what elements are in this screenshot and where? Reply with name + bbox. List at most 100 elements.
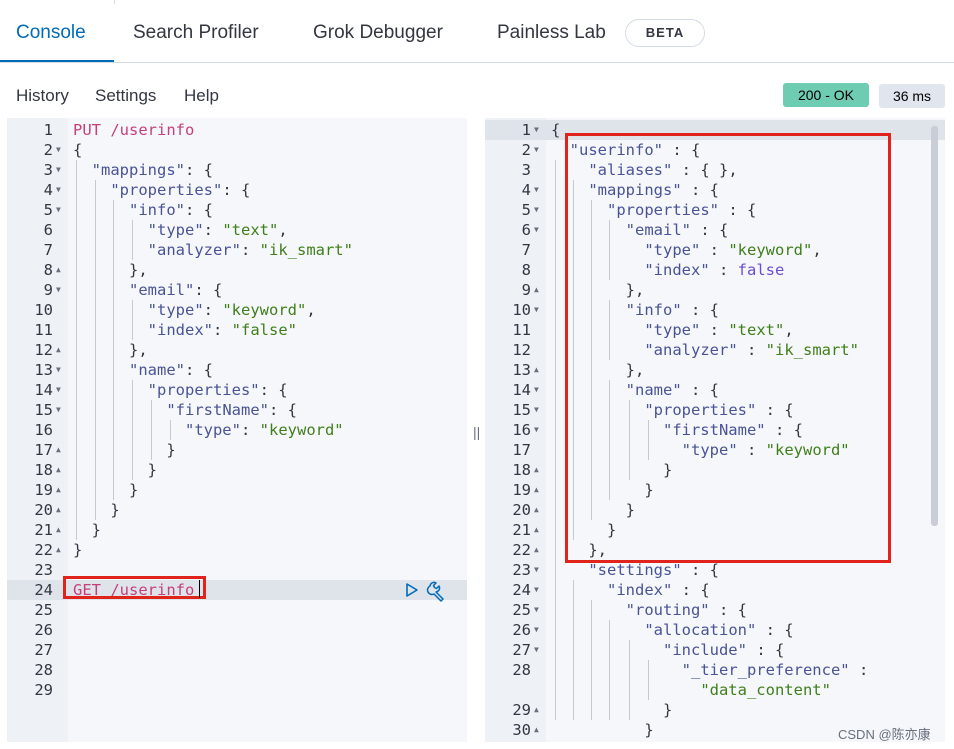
tab-console[interactable]: Console <box>16 22 86 44</box>
fold-open-icon[interactable]: ▼ <box>534 200 539 220</box>
code-text: }, <box>73 340 148 360</box>
line-number: 30 <box>512 721 531 739</box>
code-token: "routing" <box>625 601 710 619</box>
line-number: 12 <box>34 341 53 359</box>
code-token: : { <box>672 581 710 599</box>
code-token: : { <box>222 181 251 199</box>
line-number: 20 <box>34 501 53 519</box>
request-time-badge: 36 ms <box>879 84 945 108</box>
indent-guide <box>591 600 592 720</box>
fold-open-icon[interactable]: ▼ <box>534 180 539 200</box>
fold-close-icon[interactable]: ▲ <box>534 360 539 380</box>
fold-open-icon[interactable]: ▼ <box>534 380 539 400</box>
fold-open-icon[interactable]: ▼ <box>534 560 539 580</box>
fold-close-icon[interactable]: ▲ <box>56 520 61 540</box>
line-number: 18 <box>34 461 53 479</box>
active-tab-indicator <box>0 60 114 62</box>
line-number: 23 <box>512 561 531 579</box>
fold-open-icon[interactable]: ▼ <box>534 580 539 600</box>
fold-close-icon[interactable]: ▲ <box>534 700 539 720</box>
fold-open-icon[interactable]: ▼ <box>56 140 61 160</box>
code-text: "allocation" : { <box>551 620 793 640</box>
wrench-icon[interactable] <box>426 580 448 602</box>
code-token: : <box>203 221 223 239</box>
fold-open-icon[interactable]: ▼ <box>534 400 539 420</box>
line-number: 15 <box>512 401 531 419</box>
fold-close-icon[interactable]: ▲ <box>534 540 539 560</box>
fold-open-icon[interactable]: ▼ <box>534 640 539 660</box>
fold-close-icon[interactable]: ▲ <box>56 480 61 500</box>
response-scrollbar[interactable] <box>931 126 938 526</box>
settings-link[interactable]: Settings <box>95 86 156 106</box>
code-token: : { <box>681 561 719 579</box>
fold-open-icon[interactable]: ▼ <box>534 220 539 240</box>
tab-grok-debugger[interactable]: Grok Debugger <box>313 22 443 44</box>
request-editor[interactable]: 1 PUT /userinfo 2 ▼{3 ▼ "mappings": {4 ▼ "pro… <box>7 118 467 742</box>
fold-open-icon[interactable]: ▼ <box>56 200 61 220</box>
indent-guide <box>113 200 114 500</box>
code-line: 1 PUT /userinfo <box>7 120 467 140</box>
fold-open-icon[interactable]: ▼ <box>56 180 61 200</box>
code-token: "properties" <box>147 381 260 399</box>
fold-open-icon[interactable]: ▼ <box>534 620 539 640</box>
line-number: 22 <box>34 541 53 559</box>
indent-guide <box>76 160 77 540</box>
beta-badge: BETA <box>625 19 705 47</box>
fold-close-icon[interactable]: ▲ <box>56 260 61 280</box>
fold-close-icon[interactable]: ▲ <box>56 540 61 560</box>
code-text: { <box>73 140 82 160</box>
fold-close-icon[interactable]: ▲ <box>534 480 539 500</box>
code-text: { <box>551 120 560 140</box>
tab-search-profiler[interactable]: Search Profiler <box>133 22 259 44</box>
code-text: } <box>73 540 82 560</box>
line-number: 2 <box>521 141 531 159</box>
help-link[interactable]: Help <box>184 86 219 106</box>
fold-open-icon[interactable]: ▼ <box>56 280 61 300</box>
fold-open-icon[interactable]: ▼ <box>534 600 539 620</box>
fold-close-icon[interactable]: ▲ <box>56 500 61 520</box>
fold-close-icon[interactable]: ▲ <box>534 520 539 540</box>
fold-open-icon[interactable]: ▼ <box>534 120 539 140</box>
fold-open-icon[interactable]: ▼ <box>534 140 539 160</box>
panel-resizer-handle[interactable]: || <box>473 424 480 440</box>
code-text: "_tier_preference" : <box>551 660 869 680</box>
fold-close-icon[interactable]: ▲ <box>534 720 539 740</box>
code-text: "type": "keyword", <box>73 300 316 320</box>
fold-open-icon[interactable]: ▼ <box>56 360 61 380</box>
line-number: 28 <box>34 661 53 679</box>
code-line: 25 <box>7 600 467 620</box>
line-number: 6 <box>521 221 531 239</box>
line-number: 26 <box>512 621 531 639</box>
play-icon[interactable] <box>405 582 419 598</box>
code-token: } <box>73 441 176 459</box>
fold-open-icon[interactable]: ▼ <box>56 380 61 400</box>
tab-painless-lab[interactable]: Painless Lab <box>497 22 606 44</box>
fold-open-icon[interactable]: ▼ <box>56 400 61 420</box>
line-number: 22 <box>512 541 531 559</box>
fold-close-icon[interactable]: ▲ <box>534 500 539 520</box>
fold-open-icon[interactable]: ▼ <box>534 420 539 440</box>
code-text: "mappings": { <box>73 160 213 180</box>
fold-close-icon[interactable]: ▲ <box>56 340 61 360</box>
indent-guide <box>609 620 610 720</box>
fold-open-icon[interactable]: ▼ <box>534 300 539 320</box>
fold-open-icon[interactable]: ▼ <box>56 160 61 180</box>
fold-close-icon[interactable]: ▲ <box>56 460 61 480</box>
code-token: : { <box>185 361 213 379</box>
code-text: } <box>73 500 119 520</box>
code-token: } <box>551 721 654 739</box>
fold-close-icon[interactable]: ▲ <box>534 280 539 300</box>
code-token: : { <box>194 281 223 299</box>
indent-guide <box>95 180 96 520</box>
fold-close-icon[interactable]: ▲ <box>56 440 61 460</box>
dev-tools-tabs: Console Search Profiler Grok Debugger Pa… <box>0 4 954 63</box>
fold-close-icon[interactable]: ▲ <box>534 460 539 480</box>
history-link[interactable]: History <box>16 86 69 106</box>
indent-guide <box>648 660 649 700</box>
